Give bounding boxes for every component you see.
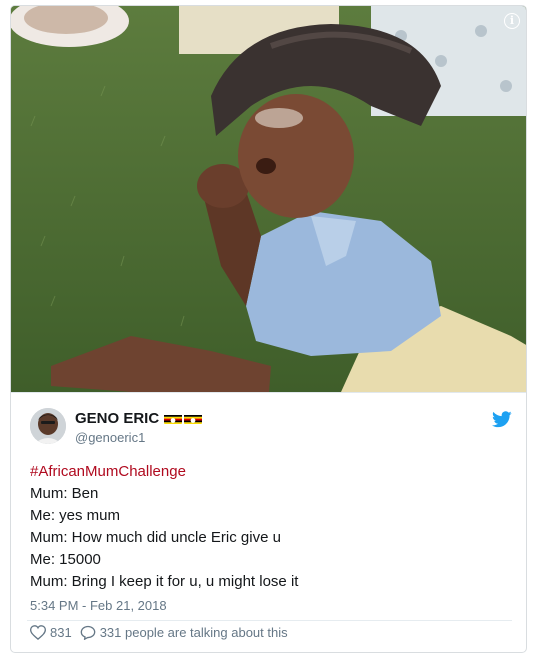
tweet-line: Mum: Ben: [30, 485, 99, 502]
tweet-line: Me: yes mum: [30, 507, 121, 524]
author-handle[interactable]: @genoeric1: [75, 430, 145, 445]
author-name-row[interactable]: GENO ERIC: [75, 410, 203, 427]
tweet-text: #AfricanMumChallenge Mum: Ben Me: yes mu…: [30, 461, 298, 593]
tweet-timestamp[interactable]: 5:34 PM - Feb 21, 2018: [30, 598, 167, 613]
flags-group: [164, 413, 203, 424]
actions-divider: [27, 620, 512, 621]
uganda-flag-icon: [164, 413, 183, 424]
info-icon[interactable]: i: [504, 13, 520, 29]
embedded-tweet-card: i GENO ERIC @genoeric1 #AfricanMumChalle…: [10, 5, 527, 653]
tweet-line: Me: 15000: [30, 551, 101, 568]
author-display-name[interactable]: GENO ERIC: [75, 410, 159, 427]
avatar-image: [30, 408, 66, 444]
like-button[interactable]: 831: [30, 625, 72, 640]
avatar[interactable]: [30, 408, 66, 444]
talking-about-text: 331 people are talking about this: [99, 625, 288, 640]
replies-button[interactable]: 331 people are talking about this: [80, 625, 288, 640]
uganda-flag-icon: [184, 413, 203, 424]
tweet-line: Mum: How much did uncle Eric give u: [30, 529, 281, 546]
tweet-line: Mum: Bring I keep it for u, u might lose…: [30, 573, 299, 590]
hashtag-link[interactable]: #AfricanMumChallenge: [30, 461, 298, 483]
likes-count: 831: [50, 625, 72, 640]
tweet-media-photo[interactable]: i: [11, 6, 526, 392]
reply-bubble-icon: [80, 625, 96, 640]
tweet-actions: 831 331 people are talking about this: [30, 625, 288, 640]
media-divider: [11, 392, 526, 393]
twitter-bird-icon[interactable]: [492, 411, 512, 428]
photo-illustration: [11, 6, 526, 392]
heart-icon: [30, 625, 46, 640]
